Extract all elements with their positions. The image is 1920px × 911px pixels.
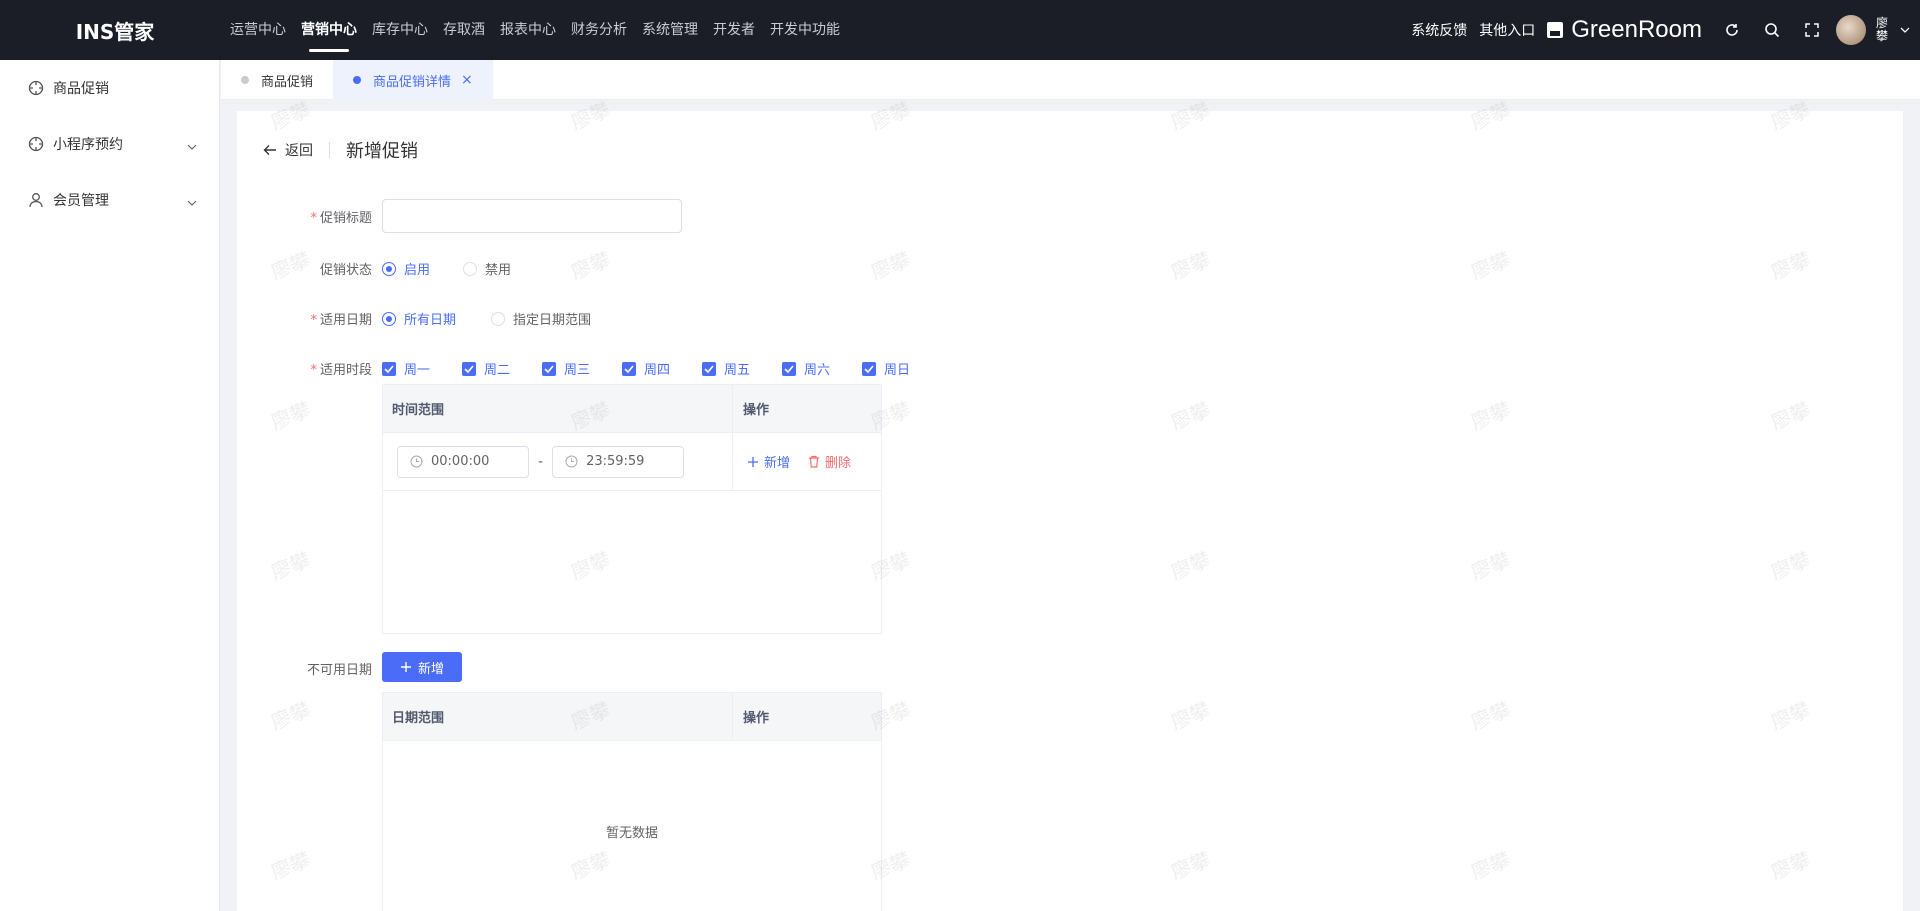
action-cell: 新增 删除: [733, 433, 881, 490]
chevron-down-icon[interactable]: [1890, 27, 1920, 33]
weekday-checkbox-mon[interactable]: 周一: [382, 359, 430, 378]
sidebar-item-product-promotion[interactable]: 商品促销: [0, 60, 219, 116]
form-label-period: * 适用时段: [310, 363, 372, 378]
arrow-left-icon: [263, 145, 276, 155]
sidebar-item-label: 商品促销: [53, 81, 109, 97]
status-disabled-radio[interactable]: 禁用: [463, 259, 511, 278]
tab-dot: [353, 76, 362, 84]
time-range-cell: 00:00:00 - 23:59:59: [383, 433, 733, 490]
top-bar: INS管家 运营中心 营销中心 库存中心 存取酒 报表中心 财务分析 系统管理 …: [0, 0, 1920, 60]
sidebar-item-label: 小程序预约: [53, 137, 123, 153]
back-button[interactable]: 返回: [263, 140, 313, 160]
plus-icon: [748, 456, 758, 467]
date-range-radio[interactable]: 指定日期范围: [491, 309, 591, 328]
nav-item-developer[interactable]: 开发者: [713, 0, 755, 60]
top-right-area: 系统反馈 其他入口 GreenRoom 廖攀: [1411, 0, 1920, 60]
store-name: GreenRoom: [1571, 16, 1702, 43]
main-nav: 运营中心 营销中心 库存中心 存取酒 报表中心 财务分析 系统管理 开发者 开发…: [230, 0, 855, 60]
target-icon: [28, 80, 44, 96]
sidebar-item-member-management[interactable]: 会员管理: [0, 172, 219, 228]
user-icon: [28, 192, 44, 208]
page-header: 返回 新增促销: [263, 137, 418, 163]
promotion-title-input[interactable]: [382, 199, 682, 233]
refresh-icon[interactable]: [1712, 10, 1752, 50]
nav-item-wine-storage[interactable]: 存取酒: [443, 0, 485, 60]
content-card: 返回 新增促销 * 促销标题 促销状态 启用 禁用 * 适用日期 所有日期 指定日期…: [237, 111, 1903, 911]
tab-dot: [241, 76, 249, 84]
target-icon: [28, 136, 44, 152]
close-icon[interactable]: ×: [461, 72, 473, 88]
tab-label: 商品促销详情: [373, 74, 452, 90]
divider: [329, 142, 330, 158]
column-header-time-range: 时间范围: [383, 385, 733, 432]
empty-state: 暂无数据: [605, 825, 658, 841]
weekday-checkbox-sun[interactable]: 周日: [862, 359, 910, 378]
weekday-checkbox-thu[interactable]: 周四: [622, 359, 670, 378]
nav-item-marketing[interactable]: 营销中心: [301, 0, 357, 60]
add-row-button[interactable]: 新增: [747, 452, 790, 471]
chevron-down-icon: [187, 138, 197, 154]
unavailable-date-table: 日期范围 操作 暂无数据: [382, 692, 882, 911]
nav-item-finance[interactable]: 财务分析: [571, 0, 627, 60]
column-header-action: 操作: [743, 403, 770, 418]
column-header-date-range: 日期范围: [383, 693, 733, 740]
shop-icon: [1547, 22, 1564, 38]
app-logo[interactable]: INS管家: [0, 16, 230, 45]
nav-item-operations[interactable]: 运营中心: [230, 0, 286, 60]
nav-item-dev-features[interactable]: 开发中功能: [770, 0, 840, 60]
fullscreen-icon[interactable]: [1792, 10, 1832, 50]
range-separator: -: [538, 453, 544, 470]
start-time-picker[interactable]: 00:00:00: [397, 445, 529, 478]
plus-icon: [400, 662, 411, 672]
weekday-checkbox-fri[interactable]: 周五: [702, 359, 750, 378]
page-tabs: 商品促销 商品促销详情 ×: [221, 60, 1920, 100]
nav-item-reports[interactable]: 报表中心: [500, 0, 556, 60]
end-time-picker[interactable]: 23:59:59: [552, 445, 685, 478]
end-time-value: 23:59:59: [586, 454, 645, 469]
add-unavailable-date-button[interactable]: 新增: [382, 652, 462, 682]
other-entry-link[interactable]: 其他入口: [1479, 20, 1535, 40]
start-time-value: 00:00:00: [431, 454, 490, 469]
store-switcher[interactable]: GreenRoom: [1547, 16, 1702, 44]
form-label-unavailable: 不可用日期: [306, 663, 372, 678]
clock-icon: [410, 455, 423, 468]
chevron-down-icon: [187, 194, 197, 210]
user-name[interactable]: 廖攀: [1876, 17, 1890, 43]
weekday-checkbox-sat[interactable]: 周六: [782, 359, 830, 378]
date-all-radio[interactable]: 所有日期: [382, 309, 456, 328]
weekday-checkbox-wed[interactable]: 周三: [542, 359, 590, 378]
trash-icon: [809, 455, 820, 468]
weekday-checkbox-tue[interactable]: 周二: [462, 359, 510, 378]
clock-icon: [565, 455, 578, 468]
sidebar-item-miniprogram-booking[interactable]: 小程序预约: [0, 116, 219, 172]
form-label-title: * 促销标题: [310, 211, 372, 226]
form-label-date: * 适用日期: [310, 313, 372, 328]
tab-product-promotion[interactable]: 商品促销: [221, 60, 333, 100]
sidebar: 商品促销 小程序预约 会员管理: [0, 60, 220, 911]
feedback-link[interactable]: 系统反馈: [1411, 20, 1467, 40]
sidebar-item-label: 会员管理: [53, 193, 109, 209]
table-row: 00:00:00 - 23:59:59 新增 删除: [383, 433, 881, 491]
nav-item-inventory[interactable]: 库存中心: [372, 0, 428, 60]
delete-row-button[interactable]: 删除: [808, 452, 851, 471]
avatar[interactable]: [1836, 15, 1866, 45]
form-label-status: 促销状态: [319, 263, 372, 278]
tab-label: 商品促销: [261, 74, 314, 90]
table-header: 时间范围 操作: [383, 385, 881, 433]
table-header: 日期范围 操作: [383, 693, 881, 741]
status-enabled-radio[interactable]: 启用: [382, 259, 430, 278]
search-icon[interactable]: [1752, 10, 1792, 50]
page-title: 新增促销: [346, 141, 418, 162]
column-header-action: 操作: [743, 711, 770, 726]
time-range-table: 时间范围 操作 00:00:00 - 23:59:59 新增 删除: [382, 384, 882, 634]
tab-product-promotion-detail[interactable]: 商品促销详情 ×: [333, 60, 493, 100]
back-label: 返回: [285, 143, 313, 159]
nav-item-system[interactable]: 系统管理: [642, 0, 698, 60]
